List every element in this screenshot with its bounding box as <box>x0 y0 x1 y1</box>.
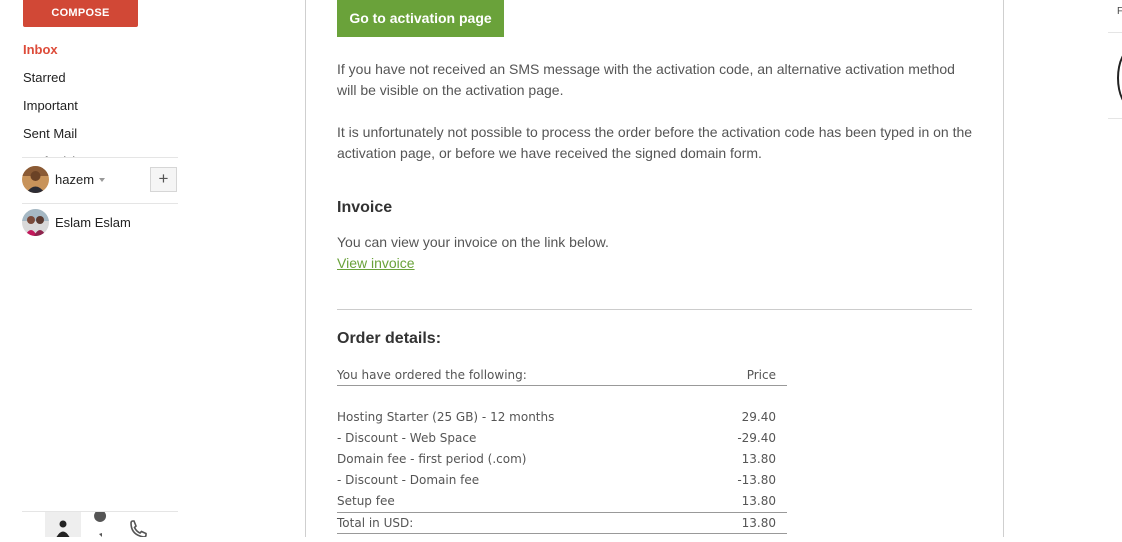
tab-contacts[interactable] <box>45 512 81 537</box>
order-item-price: 29.40 <box>741 410 776 424</box>
hangouts-divider-top <box>22 157 178 158</box>
view-invoice-link[interactable]: View invoice <box>337 255 415 271</box>
table-row: - Discount - Web Space -29.40 <box>337 428 787 449</box>
order-item-price: -29.40 <box>737 431 776 445</box>
order-item-price: 13.80 <box>741 452 776 466</box>
order-item-label: - Discount - Domain fee <box>337 473 480 487</box>
order-heading: Order details: <box>337 330 442 347</box>
chevron-down-icon[interactable] <box>99 178 105 182</box>
add-contact-button[interactable]: + <box>150 167 177 192</box>
hangouts-user[interactable]: hazem + <box>22 166 178 194</box>
nav-item-inbox[interactable]: Inbox <box>0 36 178 64</box>
activation-button[interactable]: Go to activation page <box>337 0 504 37</box>
order-total-label: Total in USD: <box>337 516 414 530</box>
order-item-price: 13.80 <box>741 494 776 508</box>
table-row: Domain fee - first period (.com) 13.80 <box>337 449 787 470</box>
tab-calls[interactable] <box>119 512 155 538</box>
order-total-row: Total in USD: 13.80 <box>337 512 787 534</box>
nav-item-starred[interactable]: Starred <box>0 64 178 92</box>
order-item-price: -13.80 <box>737 473 776 487</box>
table-row: - Discount - Domain fee -13.80 <box>337 470 787 491</box>
order-header-label: You have ordered the following: <box>337 368 527 382</box>
right-panel: F <box>1108 0 1122 537</box>
user-name: hazem <box>55 172 95 187</box>
compose-button[interactable]: COMPOSE <box>23 0 138 27</box>
user-avatar <box>22 166 49 193</box>
phone-icon <box>130 520 147 538</box>
contact-avatar <box>22 209 49 236</box>
order-item-label: Domain fee - first period (.com) <box>337 452 527 466</box>
right-panel-letter: F <box>1117 6 1122 17</box>
left-sidebar: COMPOSE Inbox Starred Important Sent Mai… <box>0 0 200 538</box>
person-icon <box>56 520 70 537</box>
mail-nav: Inbox Starred Important Sent Mail Drafts… <box>0 36 178 158</box>
hangouts-bottom-tabs <box>45 510 155 538</box>
nav-item-important[interactable]: Important <box>0 92 178 120</box>
order-table-header: You have ordered the following: Price <box>337 365 787 386</box>
order-item-label: Hosting Starter (25 GB) - 12 months <box>337 410 555 424</box>
order-spacer <box>337 386 787 407</box>
order-header-price: Price <box>746 368 776 382</box>
right-panel-avatar[interactable] <box>1117 48 1122 108</box>
order-item-label: - Discount - Web Space <box>337 431 477 445</box>
invoice-text: You can view your invoice on the link be… <box>337 234 609 250</box>
sms-paragraph: If you have not received an SMS message … <box>337 61 955 98</box>
table-row: Setup fee 13.80 <box>337 491 787 512</box>
order-item-label: Setup fee <box>337 494 395 508</box>
hangouts-divider <box>22 203 178 204</box>
contact-item[interactable]: Eslam Eslam <box>22 209 178 237</box>
nav-item-sent-mail[interactable]: Sent Mail <box>0 120 178 148</box>
right-panel-divider-top <box>1108 32 1122 33</box>
process-paragraph: It is unfortunately not possible to proc… <box>337 124 973 161</box>
tab-conversations[interactable] <box>82 510 118 537</box>
contact-name: Eslam Eslam <box>55 215 131 230</box>
right-panel-divider-bottom <box>1108 118 1122 119</box>
order-table: You have ordered the following: Price Ho… <box>337 365 787 534</box>
table-row: Hosting Starter (25 GB) - 12 months 29.4… <box>337 407 787 428</box>
section-divider <box>337 309 972 310</box>
invoice-heading: Invoice <box>337 199 393 216</box>
hangouts-quote-icon <box>94 510 107 537</box>
order-total-price: 13.80 <box>741 516 776 530</box>
email-body: Go to activation page If you have not re… <box>305 0 1004 537</box>
